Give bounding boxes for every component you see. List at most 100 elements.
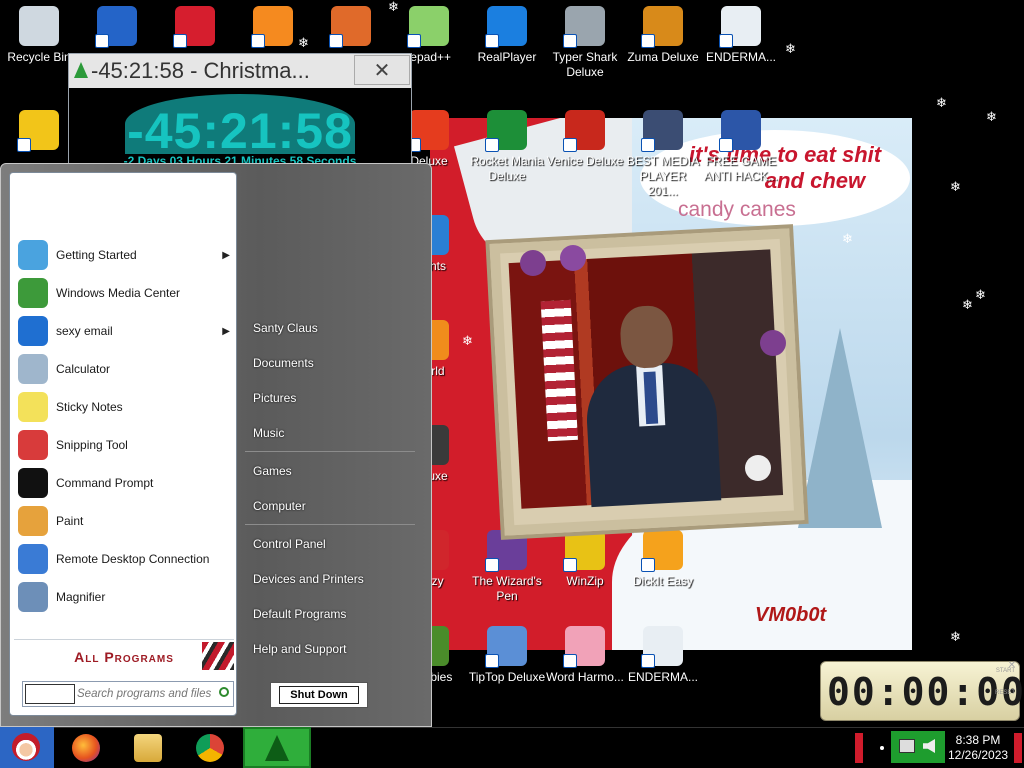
- start-menu-place-item[interactable]: Devices and Printers: [253, 572, 364, 586]
- start-menu-place-item[interactable]: Documents: [253, 356, 314, 370]
- shortcut-icon: [485, 110, 527, 152]
- flower-decoration-icon: [745, 455, 771, 481]
- start-menu-programs-pane: Getting Started ▶ Windows Media Center sexy…: [9, 172, 237, 716]
- search-box[interactable]: [22, 681, 234, 707]
- desktop-icon[interactable]: WinZip: [546, 530, 624, 589]
- shortcut-icon: [19, 6, 59, 46]
- program-label: sexy email: [56, 324, 113, 338]
- desktop-icon-label: Venice Deluxe: [546, 154, 624, 168]
- desktop-icon-label: Word Harmo...: [546, 670, 624, 684]
- start-menu-program-item[interactable]: Windows Media Center: [18, 275, 236, 311]
- start-menu-place-item[interactable]: Control Panel: [253, 537, 326, 551]
- desktop-icon[interactable]: [312, 6, 390, 50]
- santa-start-icon: [12, 733, 40, 761]
- program-label: Command Prompt: [56, 476, 154, 490]
- show-desktop-button[interactable]: [1014, 733, 1022, 763]
- start-menu-program-item[interactable]: Paint: [18, 503, 236, 539]
- desktop-icon[interactable]: DickIt Easy: [624, 530, 702, 589]
- all-programs-button[interactable]: All Programs: [14, 639, 234, 673]
- snowflake-icon: ❄: [936, 96, 947, 111]
- desktop-icon[interactable]: Rocket Mania Deluxe: [468, 110, 546, 184]
- desktop-icon[interactable]: Recycle Bin: [0, 6, 78, 65]
- start-menu-program-item[interactable]: Sticky Notes: [18, 389, 236, 425]
- flower-decoration-icon: [560, 245, 586, 271]
- desktop-icon[interactable]: [0, 110, 78, 154]
- program-icon: [18, 430, 48, 460]
- pine-tree: [798, 328, 882, 528]
- start-menu-place-item[interactable]: Music: [253, 426, 284, 440]
- chrome-taskbar-button[interactable]: [190, 730, 230, 766]
- desktop-icon[interactable]: Venice Deluxe: [546, 110, 624, 169]
- program-icon: [18, 506, 48, 536]
- program-icon: [18, 354, 48, 384]
- desktop-icon[interactable]: Typer Shark Deluxe: [546, 6, 624, 80]
- search-icon[interactable]: [219, 687, 229, 697]
- desktop-icon[interactable]: ENDERMA...: [624, 626, 702, 685]
- start-menu-program-item[interactable]: Getting Started ▶: [18, 237, 236, 273]
- start-menu-program-item[interactable]: Snipping Tool: [18, 427, 236, 463]
- volume-icon[interactable]: [923, 739, 935, 753]
- all-programs-label: All Programs: [74, 648, 174, 665]
- stopwatch-reset-button[interactable]: RESET: [995, 690, 1015, 696]
- shortcut-icon: [719, 6, 761, 48]
- desktop-icon-label: ENDERMA...: [705, 50, 776, 64]
- start-menu-program-item[interactable]: Calculator: [18, 351, 236, 387]
- start-menu-program-item[interactable]: Remote Desktop Connection: [18, 541, 236, 577]
- start-menu-place-item[interactable]: Default Programs: [253, 607, 346, 621]
- desktop-icon[interactable]: The Wizard's Pen: [468, 530, 546, 604]
- start-menu-place-item[interactable]: Computer: [253, 499, 306, 513]
- desktop-icon[interactable]: BEST MEDIA PLAYER 201...: [624, 110, 702, 199]
- desktop-icon[interactable]: Word Harmo...: [546, 626, 624, 685]
- close-button[interactable]: ✕: [354, 55, 410, 85]
- stopwatch-start-button[interactable]: START: [996, 668, 1015, 674]
- desktop-icon[interactable]: [156, 6, 234, 50]
- system-tray[interactable]: [891, 731, 945, 763]
- file-explorer-taskbar-button[interactable]: [128, 730, 168, 766]
- search-cursor-box: [25, 684, 75, 704]
- clock-time: 8:38 PM: [955, 733, 1001, 747]
- menu-separator: [245, 451, 415, 452]
- snowflake-icon: ❄: [975, 288, 986, 303]
- christmas-tree-icon: [74, 62, 88, 78]
- shortcut-icon: [173, 6, 215, 48]
- start-menu: Getting Started ▶ Windows Media Center sexy…: [0, 163, 432, 727]
- start-menu-place-item[interactable]: Pictures: [253, 391, 296, 405]
- network-icon[interactable]: [899, 739, 915, 753]
- shortcut-icon: [251, 6, 293, 48]
- submenu-arrow-icon[interactable]: ▶: [222, 326, 230, 337]
- start-menu-program-item[interactable]: sexy email ▶: [18, 313, 236, 349]
- shortcut-icon: [17, 110, 59, 152]
- shortcut-icon: [329, 6, 371, 48]
- stopwatch-gadget[interactable]: 00:00:00 ✕ START RESET: [820, 660, 1024, 721]
- desktop-icon[interactable]: ENDERMA...: [702, 6, 780, 65]
- desktop-icon[interactable]: Zuma Deluxe: [624, 6, 702, 65]
- shut-down-button[interactable]: Shut Down: [270, 682, 368, 708]
- program-label: Remote Desktop Connection: [56, 552, 210, 566]
- desktop-icon[interactable]: FREE GAME ANTI HACK...: [702, 110, 780, 184]
- flag-art: [540, 299, 578, 442]
- start-menu-program-item[interactable]: Magnifier: [18, 579, 236, 615]
- desktop-icon[interactable]: TipTop Deluxe: [468, 626, 546, 685]
- start-menu-place-item[interactable]: Games: [253, 464, 292, 478]
- program-icon: [18, 468, 48, 498]
- start-menu-place-item[interactable]: Santy Claus: [253, 321, 318, 335]
- taskbar-clock[interactable]: 8:38 PM 12/26/2023: [948, 733, 1008, 763]
- flower-decoration-icon: [520, 250, 546, 276]
- snowflake-icon: ❄: [986, 110, 997, 125]
- show-desktop-tab[interactable]: [855, 733, 863, 763]
- desktop-icon[interactable]: [78, 6, 156, 50]
- framed-photo: [508, 249, 784, 509]
- firefox-taskbar-button[interactable]: [66, 730, 106, 766]
- start-menu-place-item[interactable]: Help and Support: [253, 642, 346, 656]
- desktop-icon-label: FREE GAME ANTI HACK...: [703, 154, 778, 183]
- snowflake-icon: ❄: [785, 42, 796, 57]
- wallpaper-caption-2: candy canes: [678, 198, 796, 221]
- start-menu-program-item[interactable]: Command Prompt: [18, 465, 236, 501]
- desktop-icon[interactable]: RealPlayer: [468, 6, 546, 65]
- countdown-taskbar-button[interactable]: [243, 727, 311, 768]
- submenu-arrow-icon[interactable]: ▶: [222, 250, 230, 261]
- search-input[interactable]: [77, 684, 217, 704]
- shortcut-icon: [95, 6, 137, 48]
- start-button[interactable]: [0, 727, 54, 768]
- shortcut-icon: [719, 110, 761, 152]
